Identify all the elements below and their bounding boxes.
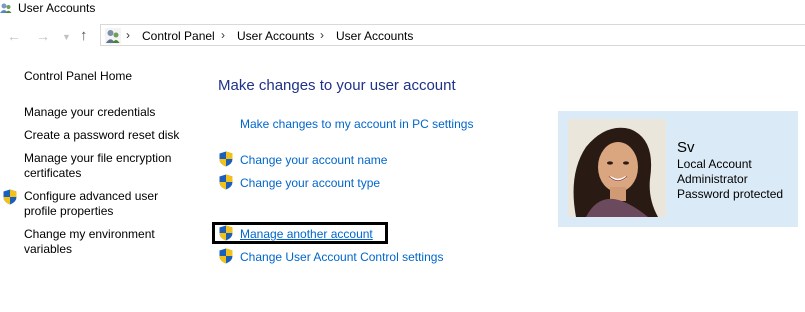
sidebar-item-file-encryption-certificates[interactable]: Manage your file encryption certificates <box>24 151 179 181</box>
recent-dropdown-icon[interactable]: ▼ <box>62 29 71 45</box>
uac-shield-icon <box>219 174 233 190</box>
forward-arrow-icon[interactable]: → <box>36 28 50 44</box>
task-link-change-account-type[interactable]: Change your account type <box>240 176 380 191</box>
user-accounts-icon <box>0 3 12 13</box>
back-arrow-icon[interactable]: ← <box>7 28 21 44</box>
account-password-status: Password protected <box>677 187 784 201</box>
account-panel: Sv Local Account Administrator Password … <box>558 111 798 227</box>
uac-shield-icon <box>3 189 17 205</box>
breadcrumb-user-accounts-current[interactable]: User Accounts <box>336 29 413 43</box>
account-type: Local Account <box>677 157 752 171</box>
avatar-photo <box>568 119 666 217</box>
uac-shield-icon <box>219 248 233 264</box>
uac-shield-icon <box>219 151 233 167</box>
page-heading: Make changes to your user account <box>218 77 456 94</box>
breadcrumb-separator-icon[interactable]: › <box>320 28 324 42</box>
title-bar: User Accounts <box>0 0 805 20</box>
sidebar-item-manage-credentials[interactable]: Manage your credentials <box>24 105 184 120</box>
sidebar-item-advanced-profile-properties[interactable]: Configure advanced user profile properti… <box>24 189 174 219</box>
sidebar-control-panel-home[interactable]: Control Panel Home <box>24 69 132 84</box>
sidebar-item-password-reset-disk[interactable]: Create a password reset disk <box>24 128 184 143</box>
breadcrumb-control-panel[interactable]: Control Panel <box>142 29 215 43</box>
breadcrumb-separator-icon[interactable]: › <box>221 28 225 42</box>
uac-shield-icon <box>219 225 233 241</box>
task-link-manage-another-account[interactable]: Manage another account <box>240 227 373 242</box>
avatar[interactable] <box>568 119 666 217</box>
task-link-pc-settings[interactable]: Make changes to my account in PC setting… <box>240 117 473 132</box>
user-accounts-icon <box>105 28 121 44</box>
address-bar[interactable]: › Control Panel › User Accounts › User A… <box>100 24 805 46</box>
navigation-row: ← → ▼ ↑ › Control Panel › User Accounts … <box>0 24 805 48</box>
account-role: Administrator <box>677 172 748 186</box>
window-title: User Accounts <box>18 1 96 15</box>
account-name: Sv <box>677 139 695 156</box>
task-link-uac-settings[interactable]: Change User Account Control settings <box>240 250 443 265</box>
sidebar-item-environment-variables[interactable]: Change my environment variables <box>24 227 174 257</box>
up-arrow-icon[interactable]: ↑ <box>80 28 88 44</box>
breadcrumb-separator-icon[interactable]: › <box>126 28 130 42</box>
task-link-change-account-name[interactable]: Change your account name <box>240 153 387 168</box>
breadcrumb-user-accounts[interactable]: User Accounts <box>237 29 314 43</box>
